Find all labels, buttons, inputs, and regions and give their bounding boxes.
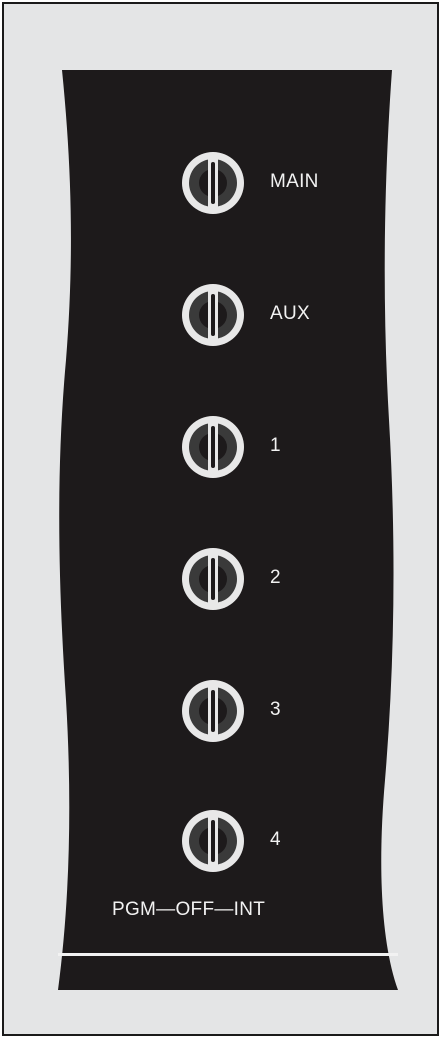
rotary-knob-icon[interactable] xyxy=(180,808,246,874)
rotary-knob-icon[interactable] xyxy=(180,546,246,612)
switch-label: 1 xyxy=(270,435,281,456)
switch-label: 4 xyxy=(270,829,281,850)
divider-line xyxy=(58,953,398,956)
switch-3[interactable]: 3 xyxy=(0,678,443,758)
switch-label: 2 xyxy=(270,567,281,588)
switch-label: MAIN xyxy=(270,171,319,192)
switch-aux[interactable]: AUX xyxy=(0,282,443,362)
switch-2[interactable]: 2 xyxy=(0,546,443,626)
switch-label: 3 xyxy=(270,699,281,720)
rotary-knob-icon[interactable] xyxy=(180,150,246,216)
rotary-knob-icon[interactable] xyxy=(180,414,246,480)
switch-label: AUX xyxy=(270,303,310,324)
mode-legend: PGM—OFF—INT xyxy=(112,899,266,920)
rotary-knob-icon[interactable] xyxy=(180,282,246,348)
switch-main[interactable]: MAIN xyxy=(0,150,443,230)
switch-4[interactable]: 4 xyxy=(0,808,443,888)
switch-1[interactable]: 1 xyxy=(0,414,443,494)
rotary-knob-icon[interactable] xyxy=(180,678,246,744)
